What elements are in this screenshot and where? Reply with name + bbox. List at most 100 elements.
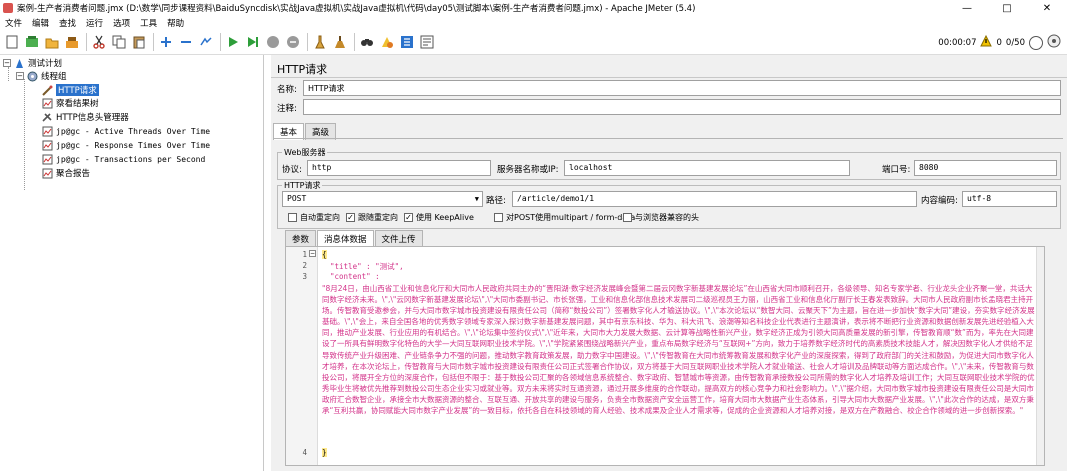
tab-body-data[interactable]: 消息体数据 [317, 230, 374, 247]
port-field[interactable]: 8080 [914, 160, 1057, 176]
close-button[interactable]: ✕ [1027, 0, 1067, 16]
keepalive-checkbox[interactable]: ✓ 使用 KeepAlive [404, 212, 474, 223]
checkbox-box[interactable] [288, 213, 297, 222]
paste-icon[interactable] [130, 33, 148, 51]
remote-status-icon[interactable] [1029, 35, 1043, 50]
line-number-gutter: 1 2 3 4 − [286, 247, 318, 465]
copy-icon[interactable] [110, 33, 128, 51]
line-number: 4 [302, 448, 307, 457]
multipart-checkbox[interactable]: 对POST使用multipart / form-data [494, 212, 635, 223]
path-label: 路径: [486, 196, 506, 206]
test-plan-icon [14, 58, 25, 69]
encoding-label: 内容编码: [921, 196, 958, 206]
warning-icon[interactable] [980, 34, 993, 50]
encoding-field[interactable]: utf-8 [962, 191, 1057, 207]
menu-file[interactable]: 文件 [0, 17, 27, 29]
tree-node-response-times[interactable]: jp@gc - Response Times Over Time [42, 139, 210, 151]
new-icon[interactable] [3, 33, 21, 51]
body-tabs: 参数 消息体数据 文件上传 [285, 230, 424, 247]
tree-node-label: 线程组 [41, 72, 67, 82]
settings-icon[interactable] [1047, 34, 1061, 51]
function-helper-icon[interactable] [398, 33, 416, 51]
toolbar: 00:00:07 0 0/50 [0, 30, 1067, 55]
sampler-icon [42, 85, 53, 96]
menu-edit[interactable]: 编辑 [27, 17, 54, 29]
menu-tools[interactable]: 工具 [135, 17, 162, 29]
collapse-toggle-icon[interactable]: − [3, 59, 11, 67]
follow-redirect-checkbox[interactable]: ✓ 跟随重定向 [346, 212, 398, 223]
clear-all-icon[interactable] [331, 33, 349, 51]
collapse-icon[interactable] [177, 33, 195, 51]
method-value: POST [287, 194, 307, 203]
tree-node-http-request[interactable]: HTTP请求 [42, 84, 99, 96]
fold-toggle-icon[interactable]: − [309, 250, 316, 257]
thread-group-icon [27, 71, 38, 82]
checkbox-box[interactable]: ✓ [346, 213, 355, 222]
comment-field[interactable] [303, 99, 1061, 115]
code-line-3: "content" : [330, 272, 380, 281]
help-icon[interactable] [418, 33, 436, 51]
menu-bar: 文件 编辑 查找 运行 选项 工具 帮助 [0, 16, 1067, 30]
code-line-2: "title" : "测试", [330, 261, 404, 272]
tree-node-label: 测试计划 [28, 59, 63, 69]
tree-node-active-threads[interactable]: jp@gc - Active Threads Over Time [42, 125, 210, 137]
tree-node-label: 察看结果树 [56, 99, 99, 109]
tab-parameters[interactable]: 参数 [285, 230, 317, 247]
collapse-toggle-icon[interactable]: − [16, 72, 24, 80]
menu-options[interactable]: 选项 [108, 17, 135, 29]
path-field[interactable]: /article/demo1/1 [512, 191, 917, 207]
maximize-button[interactable]: □ [987, 0, 1027, 16]
listener-icon [42, 98, 53, 109]
minimize-button[interactable]: — [947, 0, 987, 16]
browser-headers-checkbox[interactable]: 与浏览器兼容的头 [623, 212, 699, 223]
menu-run[interactable]: 运行 [81, 17, 108, 29]
tab-file-upload[interactable]: 文件上传 [374, 230, 423, 247]
vertical-scrollbar[interactable] [1036, 247, 1044, 465]
code-line-1: { [322, 250, 327, 259]
checkbox-label: 跟随重定向 [358, 213, 398, 222]
server-field[interactable]: localhost [564, 160, 850, 176]
auto-redirect-checkbox[interactable]: 自动重定向 [288, 212, 340, 223]
search-icon[interactable] [358, 33, 376, 51]
cut-icon[interactable] [90, 33, 108, 51]
line-number: 2 [302, 261, 307, 270]
open-icon[interactable] [43, 33, 61, 51]
body-data-editor[interactable]: 1 2 3 4 − { "title" : "测试", "content" : … [285, 246, 1045, 466]
save-icon[interactable] [63, 33, 81, 51]
checkbox-box[interactable]: ✓ [404, 213, 413, 222]
toolbar-separator [86, 33, 87, 51]
checkbox-box[interactable] [494, 213, 503, 222]
server-label: 服务器名称或IP: [497, 165, 559, 175]
tree-node-thread-group[interactable]: − 线程组 [16, 70, 67, 82]
start-icon[interactable] [224, 33, 242, 51]
menu-search[interactable]: 查找 [54, 17, 81, 29]
tree-node-label: HTTP信息头管理器 [56, 113, 129, 123]
toggle-icon[interactable] [197, 33, 215, 51]
tree-node-header-manager[interactable]: HTTP信息头管理器 [42, 111, 129, 123]
menu-help[interactable]: 帮助 [162, 17, 189, 29]
name-field[interactable]: HTTP请求 [303, 80, 1061, 96]
clear-icon[interactable] [311, 33, 329, 51]
tree-node-transactions[interactable]: jp@gc - Transactions per Second [42, 153, 205, 165]
protocol-field[interactable]: http [307, 160, 491, 176]
templates-icon[interactable] [23, 33, 41, 51]
config-element-icon [42, 112, 53, 123]
checkbox-box[interactable] [623, 213, 632, 222]
tree-node-test-plan[interactable]: − 测试计划 [3, 57, 62, 69]
expand-icon[interactable] [157, 33, 175, 51]
shutdown-icon[interactable] [284, 33, 302, 51]
reset-search-icon[interactable] [378, 33, 396, 51]
tree-node-label: 聚合报告 [56, 169, 91, 179]
line-number: 3 [302, 272, 307, 281]
divider [273, 138, 1063, 139]
method-select[interactable]: POST ▼ [282, 191, 483, 207]
stop-icon[interactable] [264, 33, 282, 51]
title-entry: "title" : "测试", [330, 262, 404, 271]
close-brace: } [322, 448, 327, 457]
start-no-pauses-icon[interactable] [244, 33, 262, 51]
tree-node-aggregate-report[interactable]: 聚合报告 [42, 167, 90, 179]
content-value: "8月24日，由山西省工业和信息化厅和大同市人民政府共同主办的“晋阳湖·数字经济… [322, 284, 1035, 416]
open-brace: { [322, 250, 327, 259]
tree-node-view-results-tree[interactable]: 察看结果树 [42, 97, 99, 109]
checkbox-label: 使用 KeepAlive [416, 213, 474, 222]
